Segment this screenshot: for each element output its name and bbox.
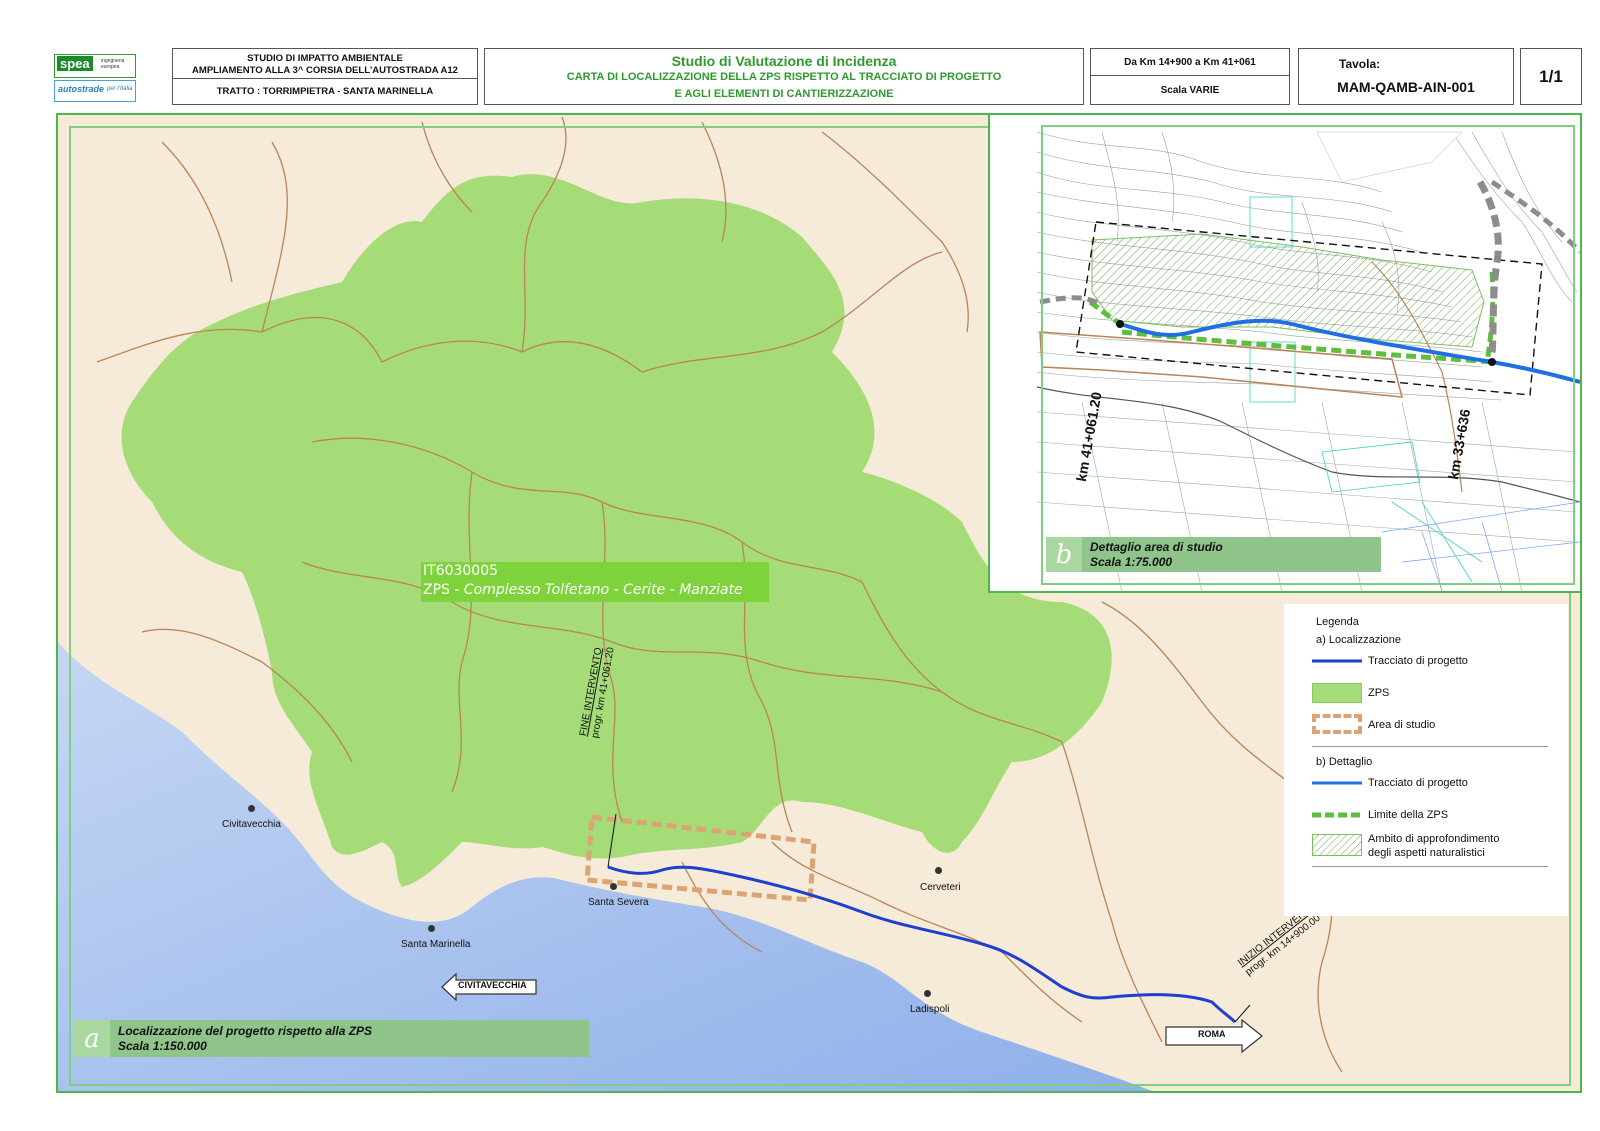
- town-civitavecchia: Civitavecchia: [222, 819, 281, 830]
- legend-title: Legenda: [1316, 616, 1359, 628]
- map-b-frame: km 41+061.20 km 33+636 b Dettaglio area …: [988, 113, 1582, 593]
- map-a-caption: a Localizzazione del progetto rispetto a…: [74, 1020, 589, 1057]
- map-b-background: [990, 115, 1580, 591]
- legend-section-a: a) Localizzazione: [1316, 634, 1401, 646]
- legend-zps-swatch: [1312, 683, 1362, 703]
- autostrade-logo-subtext: per l'Italia: [107, 86, 133, 92]
- autostrade-logo: autostrade per l'Italia: [54, 80, 136, 102]
- map-a-caption-scale: Scala 1:150.000: [118, 1039, 207, 1053]
- zps-name-line: ZPS - Complesso Tolfetano - Cerite - Man…: [423, 581, 769, 600]
- legend-zps-limit-label: Limite della ZPS: [1368, 809, 1449, 821]
- title-sub-1: CARTA DI LOCALIZZAZIONE DELLA ZPS RISPET…: [566, 71, 1002, 83]
- tavola-code: MAM-QAMB-AIN-001: [1337, 79, 1475, 95]
- route-endpoint-left: [1116, 320, 1124, 328]
- legend-zps-limit-swatch: [1312, 812, 1362, 818]
- spea-logo-text: spea: [57, 56, 93, 71]
- spea-logo: spea ingegneria europea: [54, 54, 136, 78]
- legend-study-area-swatch: [1312, 714, 1362, 734]
- legend-panel: Legenda a) Localizzazione Tracciato di p…: [1284, 604, 1568, 916]
- map-a-caption-title: Localizzazione del progetto rispetto all…: [118, 1024, 373, 1038]
- town-santa-marinella: Santa Marinella: [401, 939, 471, 950]
- autostrade-logo-text: autostrade: [58, 84, 105, 94]
- route-endpoint-right: [1488, 358, 1496, 366]
- tratto-label: TRATTO : TORRIMPIETRA - SANTA MARINELLA: [216, 86, 434, 97]
- map-a-caption-letter: a: [74, 1020, 110, 1057]
- logo-box: spea ingegneria europea autostrade per l…: [54, 52, 136, 104]
- legend-hatch-label-1: Ambito di approfondimento: [1368, 833, 1500, 845]
- study-line-1: STUDIO DI IMPATTO AMBIENTALE: [247, 53, 403, 64]
- map-a-caption-text: Localizzazione del progetto rispetto all…: [118, 1024, 372, 1054]
- town-dot-santa-marinella: [428, 925, 435, 932]
- arrow-civitavecchia-label: CIVITAVECCHIA: [458, 980, 527, 990]
- zps-label: IT6030005 ZPS - Complesso Tolfetano - Ce…: [421, 562, 769, 602]
- legend-zps-label: ZPS: [1368, 687, 1390, 699]
- legend-route-a-label: Tracciato di progetto: [1368, 655, 1468, 667]
- map-b-caption-scale: Scala 1:75.000: [1090, 555, 1173, 569]
- map-b-caption-title: Dettaglio area di studio: [1090, 540, 1223, 554]
- legend-section-b: b) Dettaglio: [1316, 756, 1373, 768]
- tavola-label: Tavola:: [1339, 57, 1381, 71]
- sheet-number: 1/1: [1539, 67, 1563, 86]
- title-sub-2: E AGLI ELEMENTI DI CANTIERIZZAZIONE: [674, 88, 894, 100]
- map-b-caption: b Dettaglio area di studio Scala 1:75.00…: [1046, 537, 1381, 572]
- study-line-2: AMPLIAMENTO ALLA 3^ CORSIA DELL'AUTOSTRA…: [192, 65, 458, 76]
- scala-label: Scala VARIE: [1160, 85, 1220, 96]
- study-box: STUDIO DI IMPATTO AMBIENTALE AMPLIAMENTO…: [172, 48, 478, 105]
- legend-hatch-swatch: [1312, 834, 1362, 856]
- town-dot-santa-severa: [610, 883, 617, 890]
- town-dot-ladispoli: [924, 990, 931, 997]
- km-box: Da Km 14+900 a Km 41+061 Scala VARIE: [1090, 48, 1290, 105]
- map-b-canvas: [990, 115, 1580, 591]
- legend-route-a-swatch: [1312, 659, 1362, 663]
- map-b-caption-text: Dettaglio area di studio Scala 1:75.000: [1090, 540, 1223, 570]
- km-range: Da Km 14+900 a Km 41+061: [1124, 57, 1256, 68]
- legend-route-b-swatch: [1312, 781, 1362, 785]
- tavola-box: Tavola: MAM-QAMB-AIN-001: [1298, 48, 1514, 105]
- study-divider: [173, 78, 477, 79]
- legend-study-area-label: Area di studio: [1368, 719, 1436, 731]
- town-santa-severa: Santa Severa: [588, 897, 649, 908]
- title-main: Studio di Valutazione di Incidenza: [671, 53, 897, 69]
- title-box: Studio di Valutazione di Incidenza CARTA…: [484, 48, 1084, 105]
- legend-hatch-label-2: degli aspetti naturalistici: [1368, 847, 1485, 859]
- arrow-roma-label: ROMA: [1198, 1029, 1226, 1039]
- legend-divider-2: [1312, 866, 1548, 867]
- sheet-box: 1/1: [1520, 48, 1582, 105]
- town-cerveteri: Cerveteri: [920, 882, 961, 893]
- zps-name-prefix: ZPS -: [423, 582, 464, 598]
- legend-route-b-label: Tracciato di progetto: [1368, 777, 1468, 789]
- legend-hatch-label: Ambito di approfondimento degli aspetti …: [1368, 832, 1499, 860]
- map-b-caption-letter: b: [1046, 537, 1082, 572]
- km-divider: [1091, 75, 1289, 76]
- town-ladispoli: Ladispoli: [910, 1004, 950, 1015]
- town-dot-civitavecchia: [248, 805, 255, 812]
- town-dot-cerveteri: [935, 867, 942, 874]
- spea-logo-subtext: ingegneria europea: [101, 58, 125, 70]
- zps-code: IT6030005: [423, 563, 499, 579]
- legend-divider-1: [1312, 746, 1548, 747]
